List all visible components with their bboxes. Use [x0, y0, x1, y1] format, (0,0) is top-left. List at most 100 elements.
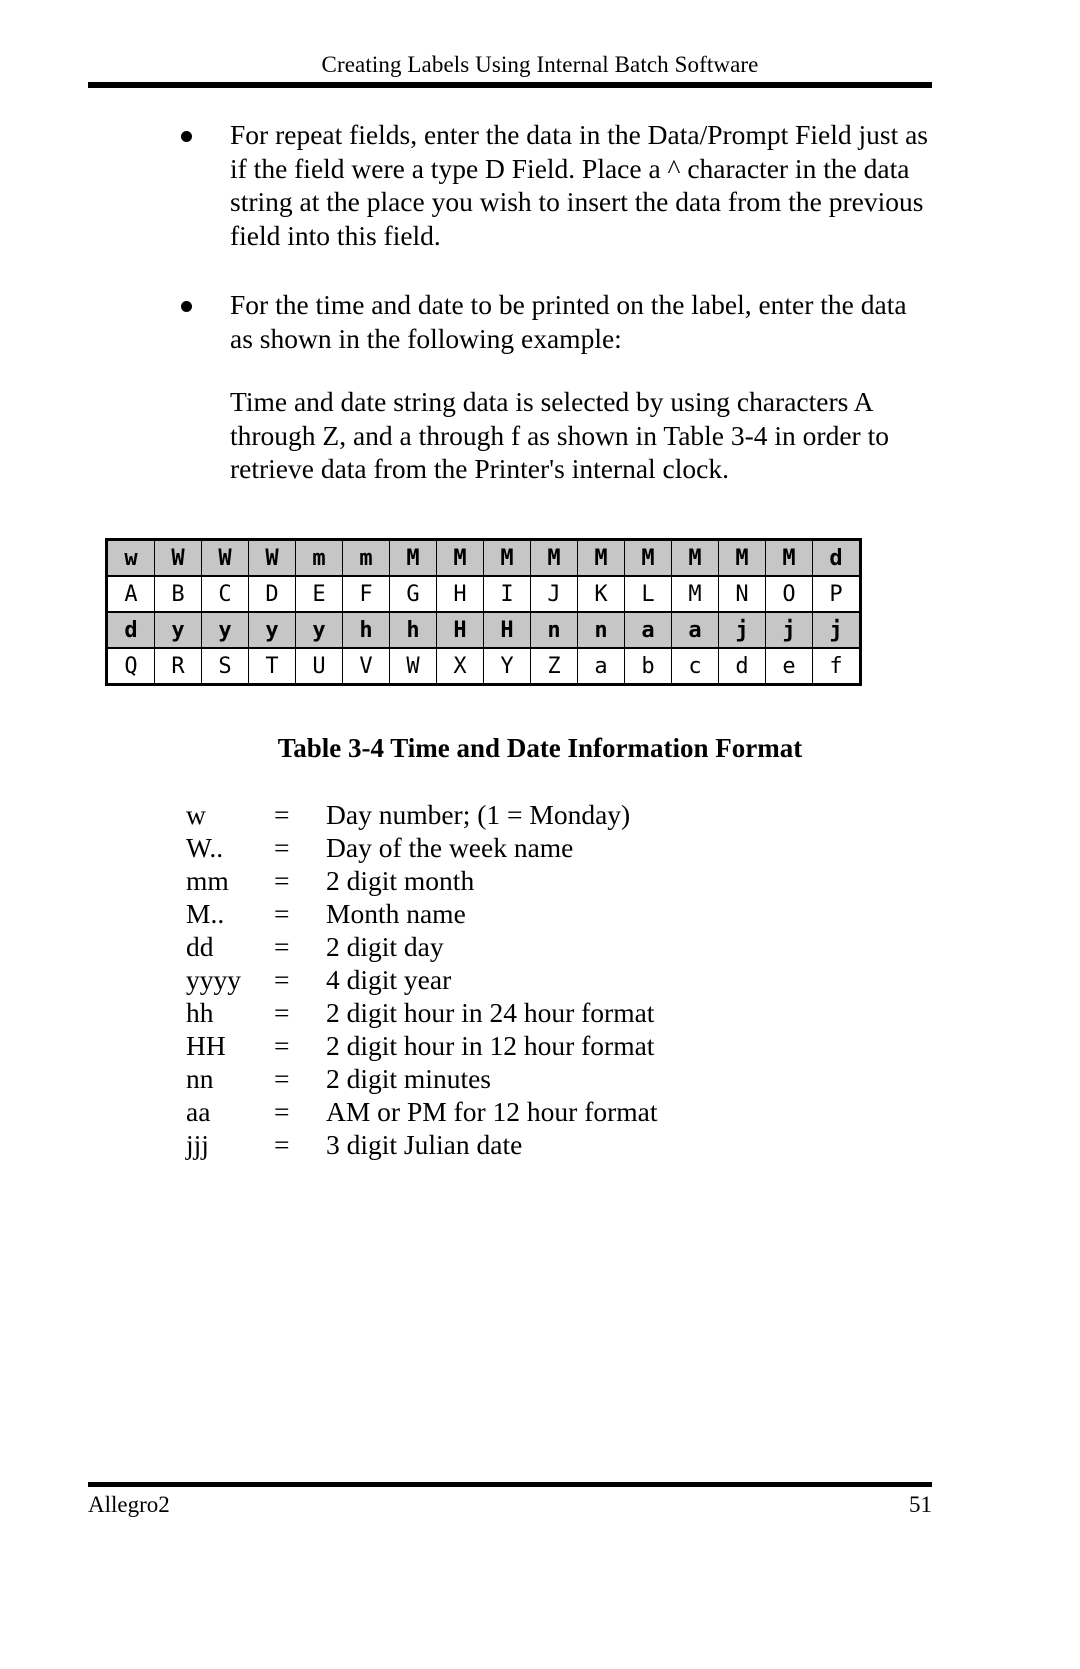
definition-row: W.. = Day of the week name [186, 831, 658, 864]
table-cell: F [342, 575, 390, 613]
definition-description: Day number; (1 = Monday) [326, 799, 631, 830]
table-cell: H [436, 611, 484, 649]
definition-equals-sign: = [274, 865, 290, 896]
table-cell: d [812, 538, 861, 577]
definition-term: aa [186, 1096, 211, 1127]
table-cell: A [106, 575, 155, 613]
footer-page-number: 51 [909, 1492, 932, 1517]
definition-equals-sign: = [274, 1129, 290, 1160]
table-cell: f [812, 647, 861, 685]
codes-table: wWWWmmMMMMMMMMMdABCDEFGHIJKLMNOPdyyyyhhH… [105, 538, 862, 686]
definition-equals-sign: = [274, 931, 290, 962]
definition-term: HH [186, 1030, 226, 1061]
table-row: QRSTUVWXYZabcdef [106, 647, 861, 685]
page-footer: Allegro2 51 [88, 1492, 932, 1518]
bullet-text: For repeat fields, enter the data in the… [230, 119, 929, 251]
table-cell: M [436, 538, 484, 577]
table-cell: d [106, 611, 155, 649]
definition-description: AM or PM for 12 hour format [326, 1096, 658, 1127]
table-cell: C [201, 575, 249, 613]
table-cell: T [248, 647, 296, 685]
table-cell: b [624, 647, 672, 685]
header-divider [88, 82, 932, 88]
footer-product-name: Allegro2 [88, 1492, 170, 1517]
time-date-format-table: wWWWmmMMMMMMMMMdABCDEFGHIJKLMNOPdyyyyhhH… [105, 538, 862, 686]
table-cell: L [624, 575, 672, 613]
bullet-text: For the time and date to be printed on t… [230, 289, 907, 354]
definition-equals-sign: = [274, 799, 290, 830]
definition-equals-sign: = [274, 832, 290, 863]
bullet-dot-icon [181, 301, 192, 312]
definition-term: yyyy [186, 964, 241, 995]
table-cell: S [201, 647, 249, 685]
definition-description: 2 digit day [326, 931, 444, 962]
definition-term: M.. [186, 898, 225, 929]
table-cell: R [154, 647, 202, 685]
table-cell: y [248, 611, 296, 649]
table-cell: E [295, 575, 343, 613]
table-caption: Table 3-4 Time and Date Information Form… [277, 733, 803, 763]
definition-term: W.. [186, 832, 224, 863]
table-cell: M [483, 538, 531, 577]
table-cell: H [483, 611, 531, 649]
definition-description: 4 digit year [326, 964, 452, 995]
table-cell: d [718, 647, 766, 685]
table-cell: M [765, 538, 813, 577]
definition-description: 2 digit hour in 12 hour format [326, 1030, 655, 1061]
definition-term: mm [186, 865, 229, 896]
table-cell: V [342, 647, 390, 685]
definition-row: jjj = 3 digit Julian date [186, 1128, 658, 1161]
table-cell: m [342, 538, 390, 577]
table-cell: M [389, 538, 437, 577]
codes-table-body: wWWWmmMMMMMMMMMdABCDEFGHIJKLMNOPdyyyyhhH… [106, 538, 861, 685]
definition-description: 2 digit month [326, 865, 475, 896]
table-row: ABCDEFGHIJKLMNOP [106, 575, 861, 613]
footer-divider [88, 1482, 932, 1487]
definition-description: 2 digit hour in 24 hour format [326, 997, 655, 1028]
table-cell: P [812, 575, 861, 613]
definition-row: mm = 2 digit month [186, 864, 658, 897]
table-cell: I [483, 575, 531, 613]
table-cell: M [530, 538, 578, 577]
list-item: For the time and date to be printed on t… [0, 288, 1080, 486]
definition-equals-sign: = [274, 1063, 290, 1094]
table-cell: y [201, 611, 249, 649]
definition-equals-sign: = [274, 898, 290, 929]
definition-row: HH = 2 digit hour in 12 hour format [186, 1029, 658, 1062]
definition-description: Day of the week name [326, 832, 574, 863]
table-cell: e [765, 647, 813, 685]
definition-description: 3 digit Julian date [326, 1129, 523, 1160]
table-cell: W [389, 647, 437, 685]
table-cell: y [295, 611, 343, 649]
table-cell: w [106, 538, 155, 577]
table-cell: j [812, 611, 861, 649]
table-cell: M [671, 538, 719, 577]
table-cell: B [154, 575, 202, 613]
definition-row: yyyy = 4 digit year [186, 963, 658, 996]
table-cell: X [436, 647, 484, 685]
table-cell: M [718, 538, 766, 577]
definition-description: Month name [326, 898, 466, 929]
table-cell: O [765, 575, 813, 613]
header-title: Creating Labels Using Internal Batch Sof… [321, 52, 759, 77]
table-row: wWWWmmMMMMMMMMMd [106, 538, 861, 577]
table-row: dyyyyhhHHnnaajjj [106, 611, 861, 649]
table-cell: c [671, 647, 719, 685]
table-cell: U [295, 647, 343, 685]
table-cell: W [248, 538, 296, 577]
table-cell: H [436, 575, 484, 613]
definition-equals-sign: = [274, 964, 290, 995]
table-cell: J [530, 575, 578, 613]
definition-term: hh [186, 997, 214, 1028]
definition-equals-sign: = [274, 1096, 290, 1127]
table-cell: h [342, 611, 390, 649]
document-page: Creating Labels Using Internal Batch Sof… [0, 0, 1080, 1669]
definition-row: dd = 2 digit day [186, 930, 658, 963]
table-cell: W [201, 538, 249, 577]
table-cell: Q [106, 647, 155, 685]
definition-row: nn = 2 digit minutes [186, 1062, 658, 1095]
table-cell: M [577, 538, 625, 577]
table-cell: j [765, 611, 813, 649]
definition-row: hh = 2 digit hour in 24 hour format [186, 996, 658, 1029]
